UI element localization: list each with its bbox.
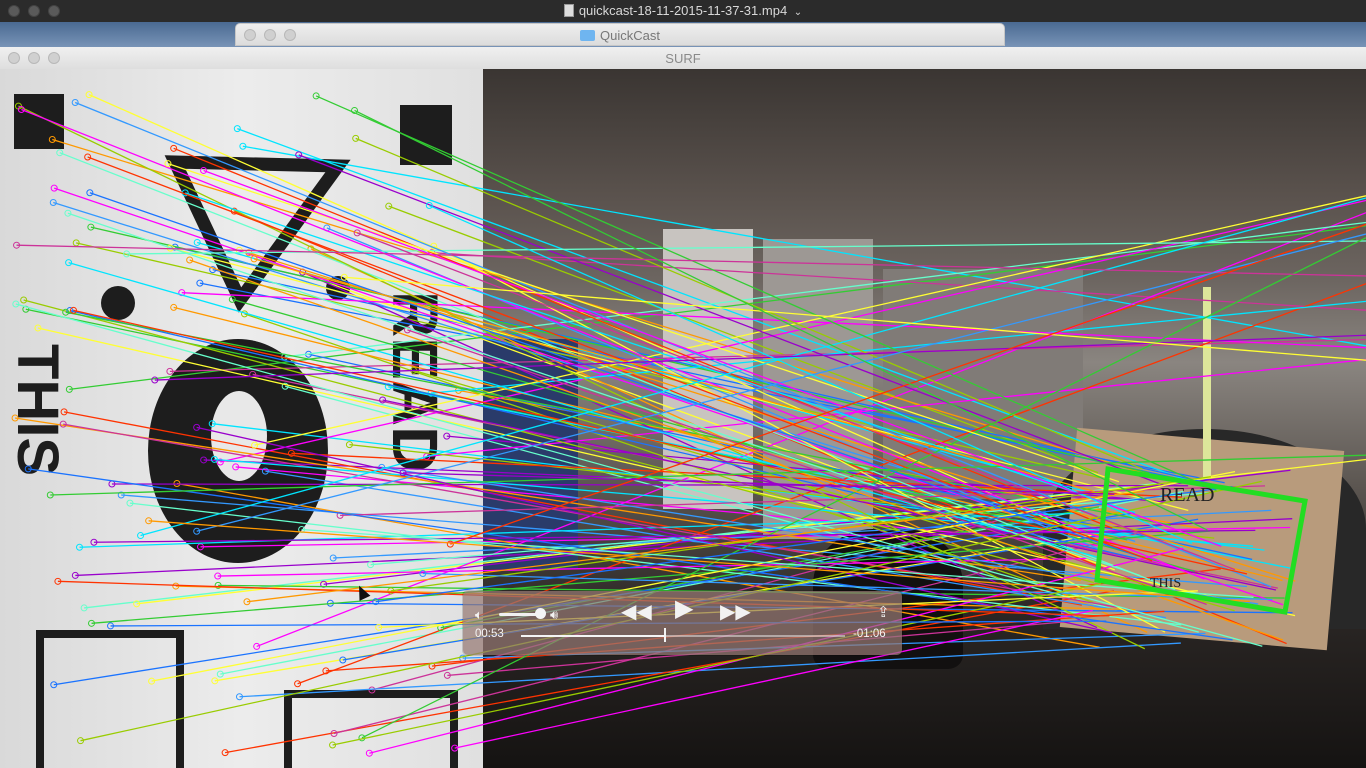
match-line bbox=[111, 483, 1189, 487]
match-line bbox=[426, 358, 1366, 458]
match-line bbox=[73, 309, 1248, 575]
match-line bbox=[431, 252, 1366, 311]
target-read-text: READ bbox=[1160, 484, 1214, 506]
volume-slider-track[interactable] bbox=[499, 613, 539, 616]
volume-slider-knob[interactable] bbox=[535, 608, 546, 619]
feature-match-overlay: READ THIS bbox=[11, 91, 1366, 757]
scrubber-progress bbox=[521, 635, 666, 637]
folder-icon bbox=[580, 30, 596, 41]
player-title[interactable]: quickcast-18-11-2015-11-37-31.mp4 ⌄ bbox=[0, 3, 1366, 18]
scrubber-playhead[interactable] bbox=[664, 628, 667, 642]
finder-titlebar: QuickCast bbox=[235, 23, 1005, 46]
keypoint-marker bbox=[85, 91, 93, 99]
fast-forward-icon[interactable]: ▶▶ bbox=[720, 602, 751, 622]
remaining-time: -01:06 bbox=[853, 628, 886, 640]
speaker-low-icon[interactable]: 🔈︎ bbox=[475, 607, 483, 623]
player-titlebar: quickcast-18-11-2015-11-37-31.mp4 ⌄ bbox=[0, 0, 1366, 23]
play-icon[interactable]: ▶ bbox=[675, 597, 693, 621]
match-line bbox=[154, 334, 1366, 381]
video-controls[interactable]: 🔈︎ 🔊︎ ◀◀ ▶ ▶▶ ⇪ 00:53 -01:06 bbox=[463, 591, 902, 655]
surf-titlebar: SURF bbox=[0, 47, 1366, 70]
match-line bbox=[203, 169, 1222, 547]
match-line bbox=[242, 145, 1366, 347]
share-icon[interactable]: ⇪ bbox=[877, 605, 890, 621]
target-this-text: THIS bbox=[1150, 576, 1181, 591]
keypoint-marker bbox=[233, 125, 241, 133]
finder-title-text: QuickCast bbox=[600, 28, 660, 43]
finder-title: QuickCast bbox=[236, 28, 1004, 43]
keypoint-marker bbox=[186, 256, 194, 264]
rewind-icon[interactable]: ◀◀ bbox=[621, 602, 652, 622]
video-frame: READ THIS READ THIS bbox=[0, 69, 1366, 768]
surf-title: SURF bbox=[665, 51, 701, 66]
player-title-text: quickcast-18-11-2015-11-37-31.mp4 bbox=[578, 3, 788, 18]
speaker-high-icon[interactable]: 🔊︎ bbox=[550, 607, 558, 623]
document-icon bbox=[563, 4, 574, 17]
elapsed-time: 00:53 bbox=[475, 628, 504, 640]
match-line bbox=[246, 490, 1145, 603]
chevron-down-icon[interactable]: ⌄ bbox=[794, 7, 802, 18]
